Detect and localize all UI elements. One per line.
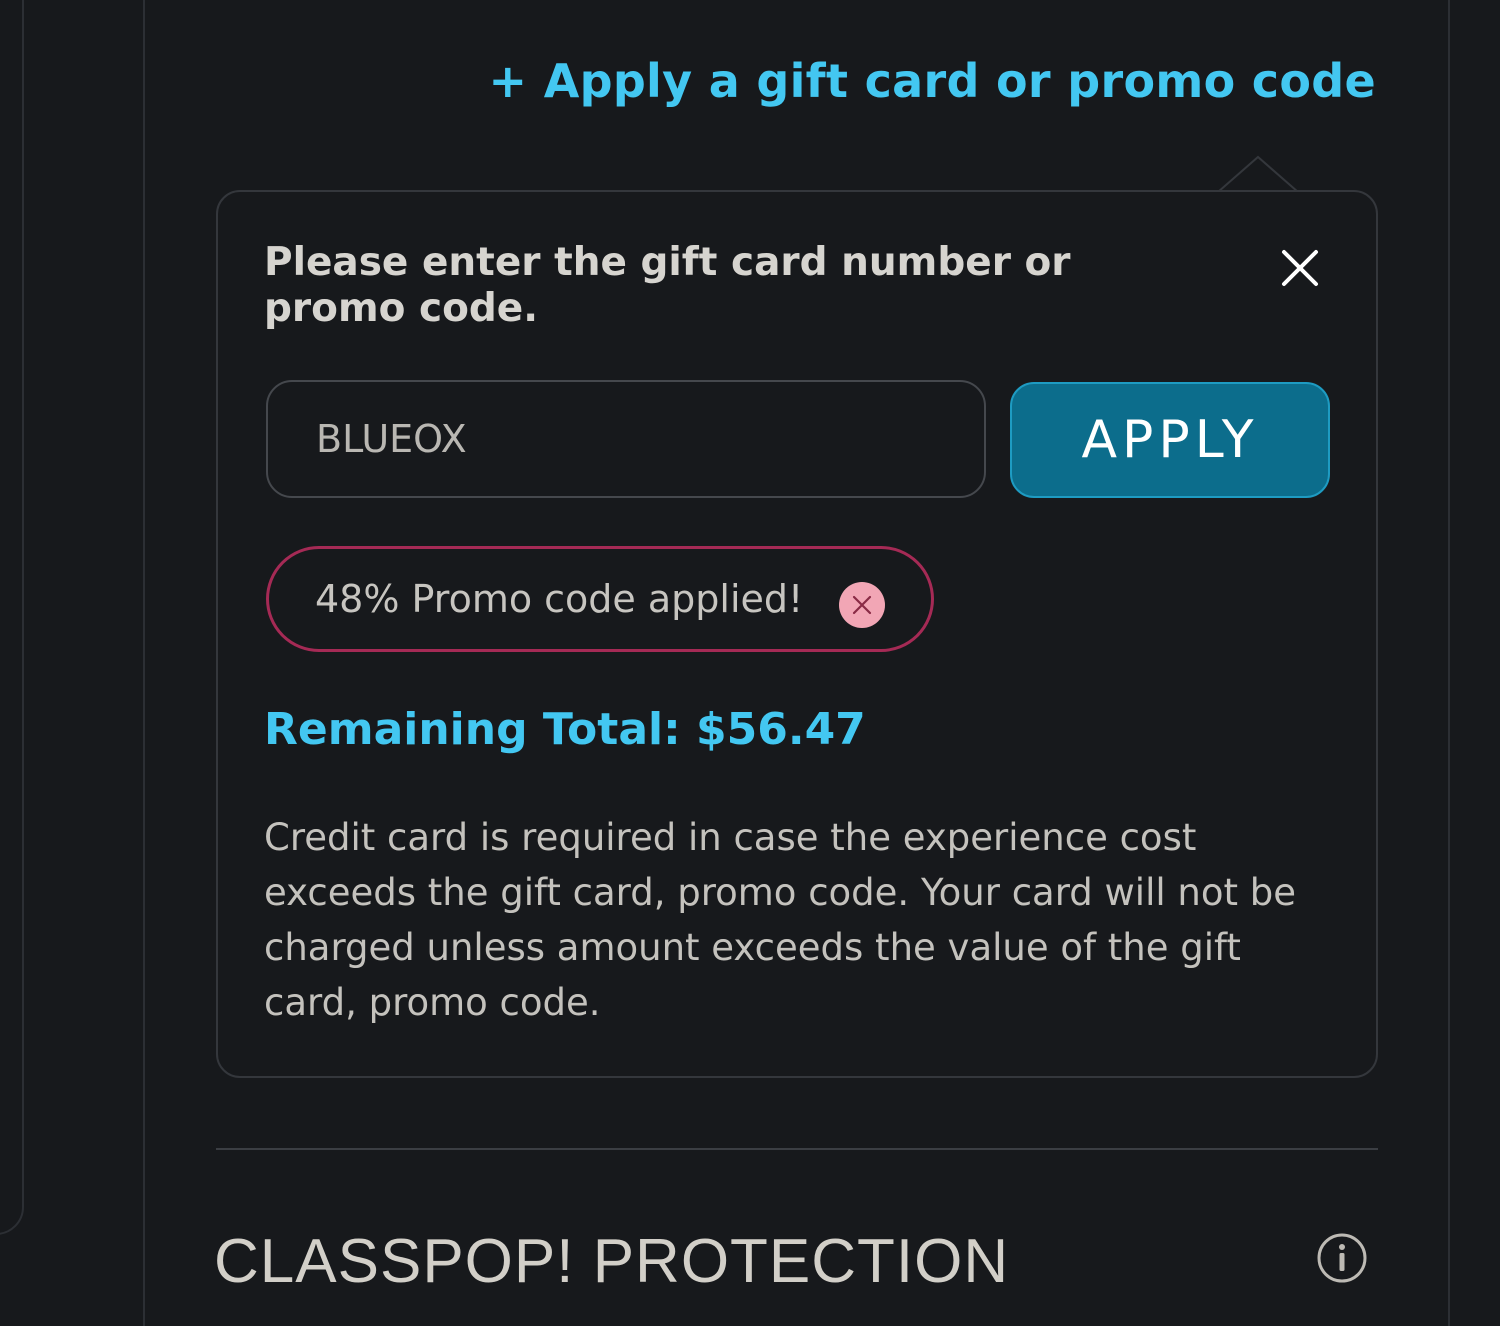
promo-applied-badge: 48% Promo code applied! [266, 546, 934, 652]
promo-code-input[interactable] [266, 380, 986, 498]
left-card-edge [0, 0, 24, 1235]
promo-popover: Please enter the gift card number or pro… [216, 190, 1378, 1078]
info-icon[interactable] [1316, 1232, 1368, 1284]
credit-card-disclaimer: Credit card is required in case the expe… [264, 816, 1296, 1024]
popover-arrow [1217, 155, 1299, 193]
panel-border-right [1448, 0, 1450, 1326]
apply-button[interactable]: APPLY [1010, 382, 1330, 498]
remove-promo-icon[interactable] [839, 582, 885, 628]
promo-applied-text: 48% Promo code applied! [315, 577, 804, 621]
remaining-total: Remaining Total: $56.47 [264, 704, 866, 755]
checkout-page: + Apply a gift card or promo code Please… [0, 0, 1500, 1326]
panel-border-left [143, 0, 145, 1326]
close-icon[interactable] [1278, 246, 1322, 290]
apply-promo-link[interactable]: + Apply a gift card or promo code [489, 54, 1376, 108]
protection-title: CLASSPOP! PROTECTION [214, 1227, 1010, 1296]
popover-title: Please enter the gift card number or pro… [264, 240, 1071, 331]
section-divider [216, 1148, 1378, 1150]
